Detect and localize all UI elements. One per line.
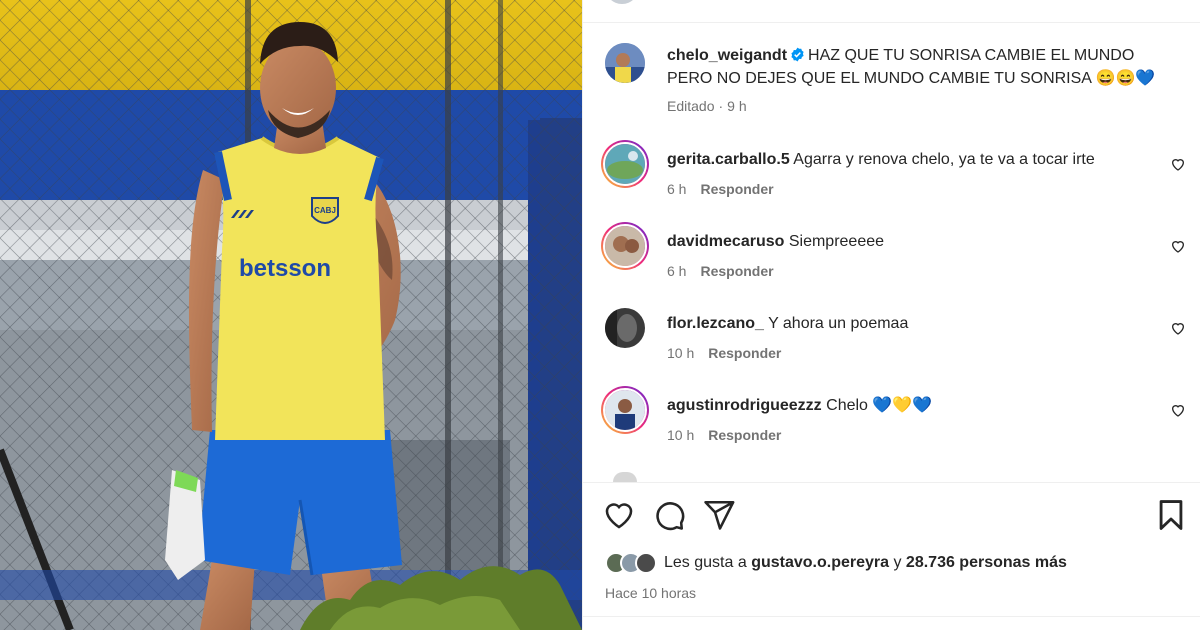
shirt-sponsor: betsson xyxy=(239,255,331,282)
comment-time: 6 h xyxy=(667,181,687,197)
comment-time: 6 h xyxy=(667,263,687,279)
author-username[interactable]: chelo_weigandt xyxy=(667,47,787,64)
comment-avatar[interactable] xyxy=(601,386,649,434)
reply-button[interactable]: Responder xyxy=(708,427,781,443)
comment-username[interactable]: agustinrodrigueezzz xyxy=(667,397,822,414)
likes-prefix: Les gusta a xyxy=(664,554,747,571)
heart-icon[interactable] xyxy=(602,498,636,532)
bookmark-icon[interactable] xyxy=(1154,498,1188,532)
reply-button[interactable]: Responder xyxy=(700,181,773,197)
liker-avatar xyxy=(635,552,657,574)
post-image: CABJ betsson xyxy=(0,0,582,630)
comment-heart-icon[interactable] xyxy=(1170,238,1186,254)
comment-icon[interactable] xyxy=(652,498,686,532)
comment-username[interactable]: flor.lezcano_ xyxy=(667,315,764,332)
author-avatar[interactable] xyxy=(605,43,645,83)
comment-avatar[interactable] xyxy=(605,308,645,348)
divider xyxy=(583,616,1200,617)
avatar-image xyxy=(605,43,645,83)
share-icon[interactable] xyxy=(702,498,736,532)
comment-avatar[interactable] xyxy=(601,140,649,188)
comment-avatar-partial xyxy=(613,472,637,482)
liker-username[interactable]: gustavo.o.pereyra xyxy=(751,554,889,571)
comment-text: Siempreeeee xyxy=(788,233,885,250)
comment-username[interactable]: davidmecaruso xyxy=(667,233,784,250)
avatar-image xyxy=(605,390,645,430)
post-photo[interactable]: CABJ betsson xyxy=(0,0,582,630)
comment-item: gerita.carballo.5 Agarra y renova chelo,… xyxy=(667,148,1200,197)
edited-time: 9 h xyxy=(727,98,747,114)
comment-item: davidmecaruso Siempreeeee 6 h Responder xyxy=(667,230,1200,279)
caption-emojis: 😄😄💙 xyxy=(1095,70,1156,87)
divider xyxy=(583,482,1200,483)
reply-button[interactable]: Responder xyxy=(700,263,773,279)
comment-item: flor.lezcano_ Y ahora un poemaa 10 h Resp… xyxy=(667,312,1200,361)
comment-time: 10 h xyxy=(667,345,695,361)
comment-text: Y ahora un poemaa xyxy=(768,315,909,332)
post-timestamp[interactable]: Hace 10 horas xyxy=(605,585,696,601)
avatar-image xyxy=(605,226,645,266)
header-avatar[interactable] xyxy=(605,0,639,4)
likes-conjunction: y xyxy=(893,554,902,571)
edited-label: Editado xyxy=(667,98,715,114)
avatar-image xyxy=(605,144,645,184)
likes-count[interactable]: 28.736 personas más xyxy=(906,554,1067,571)
comment-item: agustinrodrigueezzz Chelo 💙💛💙 10 h Respon… xyxy=(667,394,1200,443)
verified-badge-icon xyxy=(791,47,804,62)
comment-time: 10 h xyxy=(667,427,695,443)
post-panel: chelo_weigandt HAZ QUE TU SONRISA CAMBIE … xyxy=(582,0,1200,630)
likes-text: Les gusta a gustavo.o.pereyra y 28.736 p… xyxy=(664,554,1067,572)
dot-separator: · xyxy=(718,98,724,114)
reply-button[interactable]: Responder xyxy=(708,345,781,361)
comment-avatar[interactable] xyxy=(601,222,649,270)
comment-heart-icon[interactable] xyxy=(1170,320,1186,336)
likes-summary[interactable]: Les gusta a gustavo.o.pereyra y 28.736 p… xyxy=(605,550,1067,576)
comment-text: Chelo xyxy=(826,397,868,414)
comment-heart-icon[interactable] xyxy=(1170,156,1186,172)
divider xyxy=(583,22,1200,23)
comment-heart-icon[interactable] xyxy=(1170,402,1186,418)
avatar-image xyxy=(605,308,645,348)
comment-emojis: 💙💛💙 xyxy=(872,397,933,414)
comment-username[interactable]: gerita.carballo.5 xyxy=(667,151,790,168)
caption: chelo_weigandt HAZ QUE TU SONRISA CAMBIE … xyxy=(667,44,1167,114)
comment-text: Agarra y renova chelo, ya te va a tocar … xyxy=(793,151,1095,168)
crest-text: CABJ xyxy=(314,206,336,215)
